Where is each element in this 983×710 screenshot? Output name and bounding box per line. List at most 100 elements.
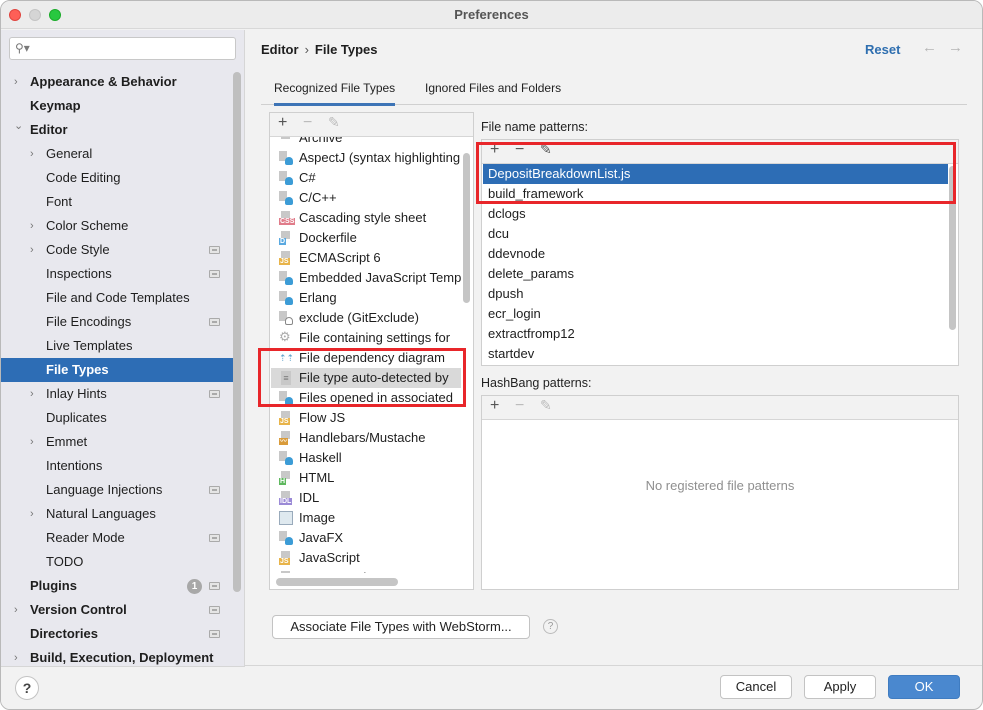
file-type-item[interactable]: C/C++: [271, 188, 461, 208]
add-hashbang-button[interactable]: +: [490, 397, 499, 415]
sidebar-item-todo[interactable]: TODO: [1, 550, 233, 574]
remove-hashbang-button[interactable]: −: [515, 397, 524, 415]
chevron-right-icon[interactable]: ›: [14, 598, 24, 622]
chevron-down-icon[interactable]: ⌄: [14, 114, 24, 138]
pattern-item[interactable]: extractfromp12: [483, 324, 948, 344]
file-type-item[interactable]: H HTML: [271, 468, 461, 488]
edit-file-type-button[interactable]: ✎: [328, 114, 340, 131]
chevron-right-icon[interactable]: ›: [30, 382, 40, 406]
help-context-icon[interactable]: ?: [543, 619, 558, 634]
file-type-item[interactable]: CSS Cascading style sheet: [271, 208, 461, 228]
file-type-item[interactable]: JS Flow JS: [271, 408, 461, 428]
sidebar-item-reader-mode[interactable]: Reader Mode: [1, 526, 233, 550]
chevron-right-icon[interactable]: ›: [30, 238, 40, 262]
sidebar-item-inlay-hints[interactable]: › Inlay Hints: [1, 382, 233, 406]
edit-hashbang-button[interactable]: ✎: [540, 397, 552, 414]
sidebar-item-file-and-code-templates[interactable]: File and Code Templates: [1, 286, 233, 310]
sidebar-item-appearance-behavior[interactable]: › Appearance & Behavior: [1, 70, 233, 94]
reset-button[interactable]: Reset: [865, 42, 900, 57]
file-types-horizontal-scrollbar[interactable]: [276, 578, 398, 586]
arrow-right-icon[interactable]: →: [948, 39, 963, 56]
chevron-right-icon[interactable]: ›: [30, 214, 40, 238]
sidebar-item-code-style[interactable]: › Code Style: [1, 238, 233, 262]
sidebar-scrollbar[interactable]: [233, 72, 241, 592]
sidebar-item-keymap[interactable]: Keymap: [1, 94, 233, 118]
edit-pattern-button[interactable]: ✎: [540, 141, 552, 158]
associate-file-types-button[interactable]: Associate File Types with WebStorm...: [272, 615, 530, 639]
file-type-label: Flow JS: [299, 410, 346, 425]
sidebar-item-file-types[interactable]: File Types: [1, 358, 233, 382]
sidebar-item-language-injections[interactable]: Language Injections: [1, 478, 233, 502]
file-type-item[interactable]: JavaFX: [271, 528, 461, 548]
sidebar-item-emmet[interactable]: › Emmet: [1, 430, 233, 454]
pattern-item[interactable]: ecr_login: [483, 304, 948, 324]
file-type-item[interactable]: Haskell: [271, 448, 461, 468]
chevron-right-icon[interactable]: ›: [14, 70, 24, 94]
file-type-item[interactable]: Jest Snapshot: [271, 568, 461, 573]
breadcrumb-editor[interactable]: Editor: [261, 42, 299, 57]
file-type-item[interactable]: Files opened in associated: [271, 388, 461, 408]
pattern-item[interactable]: dclogs: [483, 204, 948, 224]
file-type-item[interactable]: JS JavaScript: [271, 548, 461, 568]
arrow-left-icon[interactable]: ←: [922, 39, 937, 56]
sidebar-item-font[interactable]: Font: [1, 190, 233, 214]
chevron-right-icon[interactable]: ›: [30, 502, 40, 526]
sidebar-item-natural-languages[interactable]: › Natural Languages: [1, 502, 233, 526]
sidebar-item-color-scheme[interactable]: › Color Scheme: [1, 214, 233, 238]
file-type-item[interactable]: ⚙ File containing settings for: [271, 328, 461, 348]
pattern-item[interactable]: dcu: [483, 224, 948, 244]
sidebar-item-general[interactable]: › General: [1, 142, 233, 166]
sidebar-item-file-encodings[interactable]: File Encodings: [1, 310, 233, 334]
pattern-item[interactable]: DepositBreakdownList.js: [483, 164, 948, 184]
file-types-list: Archive AspectJ (syntax highlighting only…: [271, 137, 461, 573]
sidebar-item-intentions[interactable]: Intentions: [1, 454, 233, 478]
file-type-label: Handlebars/Mustache: [299, 430, 426, 445]
sidebar-item-editor[interactable]: ⌄ Editor: [1, 118, 233, 142]
file-type-item[interactable]: D Dockerfile: [271, 228, 461, 248]
tab-ignored-files-and-folders[interactable]: Ignored Files and Folders: [425, 81, 561, 95]
sidebar-item-live-templates[interactable]: Live Templates: [1, 334, 233, 358]
sidebar-item-plugins[interactable]: Plugins 1: [1, 574, 233, 598]
file-type-item[interactable]: ⇡⇡ File dependency diagram: [271, 348, 461, 368]
chevron-right-icon[interactable]: ›: [30, 142, 40, 166]
file-type-item[interactable]: 〰 Handlebars/Mustache: [271, 428, 461, 448]
file-type-item[interactable]: Image: [271, 508, 461, 528]
file-type-item[interactable]: exclude (GitExclude): [271, 308, 461, 328]
plugin-file-icon: [279, 271, 293, 285]
remove-file-type-button[interactable]: −: [303, 114, 312, 132]
sidebar-item-duplicates[interactable]: Duplicates: [1, 406, 233, 430]
remove-pattern-button[interactable]: −: [515, 141, 524, 159]
project-scope-icon: [209, 582, 220, 590]
patterns-vertical-scrollbar[interactable]: [949, 166, 956, 330]
file-type-item[interactable]: Archive: [271, 137, 461, 148]
file-type-item[interactable]: C#: [271, 168, 461, 188]
pattern-item[interactable]: delete_params: [483, 264, 948, 284]
sidebar-item-build-execution-deployment[interactable]: › Build, Execution, Deployment: [1, 646, 233, 666]
sidebar-item-version-control[interactable]: › Version Control: [1, 598, 233, 622]
cancel-button[interactable]: Cancel: [720, 675, 792, 699]
pattern-item[interactable]: build_framework: [483, 184, 948, 204]
chevron-right-icon[interactable]: ›: [30, 430, 40, 454]
sidebar-item-inspections[interactable]: Inspections: [1, 262, 233, 286]
tab-recognized-file-types[interactable]: Recognized File Types: [274, 81, 396, 106]
file-type-item[interactable]: JS ECMAScript 6: [271, 248, 461, 268]
pattern-item[interactable]: dpush: [483, 284, 948, 304]
pattern-item[interactable]: startdev: [483, 344, 948, 364]
file-type-item[interactable]: ≡ File type auto-detected by: [271, 368, 461, 388]
help-button[interactable]: ?: [15, 676, 39, 700]
file-type-item[interactable]: IDL IDL: [271, 488, 461, 508]
file-type-item[interactable]: Erlang: [271, 288, 461, 308]
apply-button[interactable]: Apply: [804, 675, 876, 699]
pattern-item[interactable]: ddevnode: [483, 244, 948, 264]
sidebar-item-directories[interactable]: Directories: [1, 622, 233, 646]
file-type-item[interactable]: Embedded JavaScript Templates: [271, 268, 461, 288]
sidebar-item-code-editing[interactable]: Code Editing: [1, 166, 233, 190]
add-pattern-button[interactable]: +: [490, 141, 499, 159]
settings-search-input[interactable]: ⚲▾: [9, 37, 236, 60]
file-type-item[interactable]: AspectJ (syntax highlighting only): [271, 148, 461, 168]
add-file-type-button[interactable]: +: [278, 114, 287, 132]
text-file-icon: ≡: [281, 371, 291, 385]
ok-button[interactable]: OK: [888, 675, 960, 699]
chevron-right-icon[interactable]: ›: [14, 646, 24, 666]
file-types-vertical-scrollbar[interactable]: [463, 153, 470, 303]
